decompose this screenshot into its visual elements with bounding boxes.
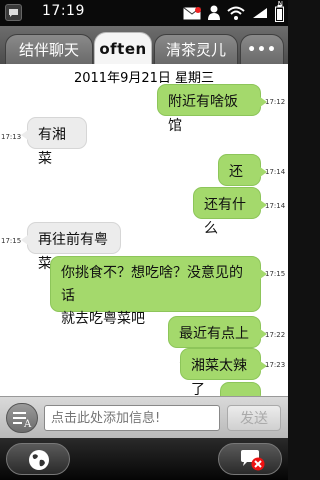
message-input[interactable] (44, 405, 220, 431)
app-notification-icon (5, 4, 22, 21)
close-chat-button[interactable] (218, 443, 282, 475)
user-icon (208, 5, 220, 20)
message-time: 17:15 (1, 237, 22, 245)
status-time: 17:19 (42, 3, 85, 19)
battery-label: N (277, 0, 283, 8)
tab-often[interactable]: often (94, 32, 152, 64)
send-button[interactable]: 发送 (227, 405, 281, 431)
wifi-icon (227, 6, 245, 20)
globe-button[interactable] (6, 443, 70, 475)
keyboard-text-icon: A (13, 412, 32, 428)
status-bar: 17:19 N (0, 0, 288, 26)
signal-icon (253, 8, 267, 18)
chat-area[interactable]: 2011年9月21日 星期三 附近有啥饭馆 17:12 有湘菜 17:13 还有… (0, 64, 288, 396)
message-bubble-outgoing[interactable]: 你挑食不？想吃啥？没意见的话 就去吃粤菜吧 (50, 256, 267, 327)
message-bubble-outgoing[interactable]: 最近有点上火 (168, 316, 267, 366)
message-bubble-outgoing[interactable]: 还有？ (218, 154, 267, 204)
input-mode-button[interactable]: A (6, 403, 38, 433)
message-bubble-incoming[interactable]: 再往前有粤菜 (21, 222, 121, 272)
conversation-tabs: 结伴聊天 often 清茶灵儿 ••• (0, 26, 288, 64)
message-time: 17:13 (1, 133, 22, 141)
message-time: 17:14 (265, 202, 286, 210)
tab-qingcha-linger[interactable]: 清茶灵儿 (154, 34, 238, 64)
svg-text:A: A (23, 419, 32, 428)
message-bubble-outgoing[interactable]: 湘菜太辣了 (180, 348, 267, 396)
tab-jieban-liaotian[interactable]: 结伴聊天 (5, 34, 93, 64)
chat-close-icon (241, 450, 265, 471)
message-time: 17:22 (265, 331, 286, 339)
message-bubble-outgoing[interactable]: 附近有啥饭馆 (157, 84, 267, 134)
more-tabs-button[interactable]: ••• (240, 34, 284, 64)
message-time: 17:15 (265, 270, 286, 278)
message-input-bar: A 发送 (0, 396, 288, 438)
globe-icon (29, 450, 49, 470)
message-time: 17:14 (265, 168, 286, 176)
message-bubble-outgoing[interactable]: 还有什么 (193, 187, 267, 237)
mail-icon (183, 6, 201, 19)
bottom-toolbar (0, 438, 288, 480)
message-time: 17:23 (265, 361, 286, 369)
message-bubble-incoming[interactable]: 有湘菜 (21, 117, 87, 167)
message-time: 17:12 (265, 98, 286, 106)
message-bubble-outgoing-partial[interactable] (220, 382, 267, 396)
